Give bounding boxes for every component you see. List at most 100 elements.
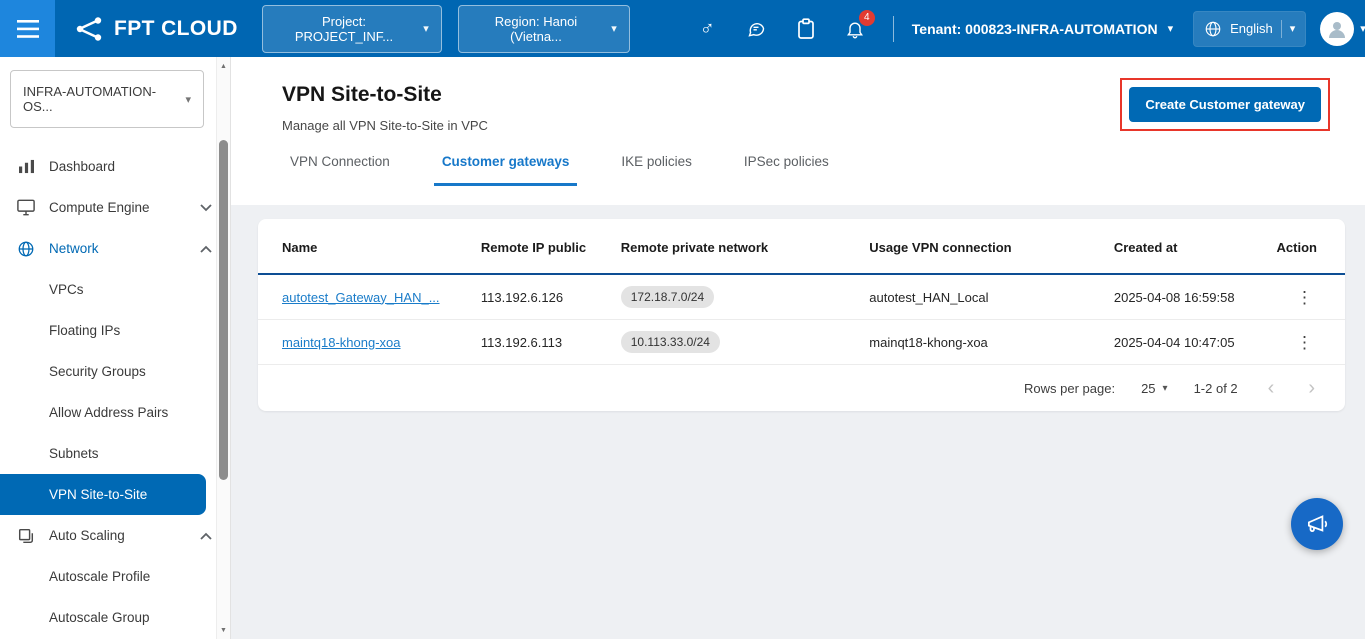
megaphone-icon [1304,511,1330,537]
sidebar-item-label: Network [49,241,99,256]
sidebar-item-allow-address-pairs[interactable]: Allow Address Pairs [0,392,230,433]
sidebar-item-auto-scaling[interactable]: Auto Scaling [0,515,230,556]
tab-bar: VPN Connection Customer gateways IKE pol… [282,154,1365,186]
hamburger-menu-button[interactable] [0,0,55,57]
sidebar-item-subnets[interactable]: Subnets [0,433,230,474]
caret-down-icon: ▾ [1360,22,1365,35]
column-header-remote-private-network: Remote private network [613,219,862,274]
sidebar-item-compute-engine[interactable]: Compute Engine [0,187,230,228]
sidebar-item-floating-ips[interactable]: Floating IPs [0,310,230,351]
sidebar-item-label: Security Groups [49,364,146,379]
rows-per-page-value: 25 [1141,381,1155,396]
row-actions-kebab-icon[interactable]: ⋮ [1292,332,1317,353]
remote-ip-value: 113.192.6.113 [481,335,562,350]
table-row: autotest_Gateway_HAN_... 113.192.6.126 1… [258,274,1345,320]
fpt-logo-icon [75,16,105,42]
sidebar-item-label: Autoscale Profile [49,569,150,584]
column-header-remote-ip-public: Remote IP public [473,219,613,274]
notification-badge: 4 [859,10,875,26]
created-at-value: 2025-04-04 10:47:05 [1114,335,1235,350]
sidebar-item-label: Floating IPs [49,323,120,338]
globe-network-icon [16,240,36,258]
customer-gateways-table-card: Name Remote IP public Remote private net… [258,219,1345,411]
tab-ike-policies[interactable]: IKE policies [613,154,700,186]
row-actions-kebab-icon[interactable]: ⋮ [1292,287,1317,308]
header-divider [893,16,894,42]
rows-per-page-select[interactable]: 25 ▾ [1141,381,1168,396]
chevron-up-icon [200,245,212,253]
scroll-down-arrow-icon[interactable]: ▼ [217,623,230,637]
clipboard-icon[interactable] [797,18,815,40]
sidebar-item-autoscale-group[interactable]: Autoscale Group [0,597,230,638]
globe-icon [1204,20,1222,38]
pagination-range: 1-2 of 2 [1194,381,1238,396]
sidebar-item-label: Autoscale Group [49,610,150,625]
header-icon-group: ♂ 4 [700,18,865,40]
sidebar-item-security-groups[interactable]: Security Groups [0,351,230,392]
fpt-cloud-logo: FPT CLOUD [75,16,238,42]
sidebar-item-dashboard[interactable]: Dashboard [0,146,230,187]
project-selector[interactable]: Project: PROJECT_INF... ▾ [262,5,442,53]
notifications-bell-icon[interactable]: 4 [845,18,865,40]
table-row: maintq18-khong-xoa 113.192.6.113 10.113.… [258,320,1345,365]
tenant-selector[interactable]: Tenant: 000823-INFRA-AUTOMATION ▾ [912,21,1173,37]
logo-text: FPT CLOUD [114,17,238,41]
language-divider [1281,20,1282,38]
bar-chart-icon [16,159,36,174]
create-customer-gateway-button[interactable]: Create Customer gateway [1129,87,1321,122]
previous-page-chevron-icon[interactable]: ‹ [1264,378,1279,398]
announcements-fab[interactable] [1291,498,1343,550]
person-icon [1325,17,1349,41]
region-selector[interactable]: Region: Hanoi (Vietna... ▾ [458,5,630,53]
caret-down-icon: ▾ [185,93,191,106]
caret-down-icon: ▾ [1163,383,1168,394]
scroll-up-arrow-icon[interactable]: ▲ [217,59,230,73]
sidebar-item-vpn-site-to-site[interactable]: VPN Site-to-Site [0,474,206,515]
chat-feedback-icon[interactable] [745,19,767,39]
avatar [1320,12,1354,46]
sidebar-item-label: Auto Scaling [49,528,125,543]
sidebar-scrollbar: ▲ ▼ [216,57,230,639]
language-label: English [1230,21,1273,36]
tab-ipsec-policies[interactable]: IPSec policies [736,154,837,186]
gateway-name-link[interactable]: maintq18-khong-xoa [282,335,401,350]
language-selector[interactable]: English ▾ [1193,11,1306,47]
monitor-icon [16,199,36,216]
sidebar-item-network[interactable]: Network [0,228,230,269]
workspace-selector-label: INFRA-AUTOMATION-OS... [23,84,185,114]
main-content: VPN Site-to-Site Manage all VPN Site-to-… [230,57,1365,639]
caret-down-icon: ▾ [423,22,429,35]
male-symbol-icon[interactable]: ♂ [700,19,715,39]
caret-down-icon: ▾ [1168,22,1174,35]
annotation-highlight-box: Create Customer gateway [1120,78,1330,131]
column-header-usage-vpn-connection: Usage VPN connection [861,219,1106,274]
hamburger-icon [17,20,39,38]
sidebar-item-autoscale-profile[interactable]: Autoscale Profile [0,556,230,597]
sidebar-item-label: Allow Address Pairs [49,405,168,420]
pagination-bar: Rows per page: 25 ▾ 1-2 of 2 ‹ › [258,365,1345,411]
tab-customer-gateways[interactable]: Customer gateways [434,154,578,186]
tab-vpn-connection[interactable]: VPN Connection [282,154,398,186]
table-header-row: Name Remote IP public Remote private net… [258,219,1345,274]
next-page-chevron-icon[interactable]: › [1304,378,1319,398]
remote-private-network-chip: 172.18.7.0/24 [621,286,714,308]
user-menu[interactable]: ▾ [1320,12,1365,46]
column-header-name: Name [258,219,473,274]
column-header-action: Action [1269,219,1345,274]
sidebar-item-vpcs[interactable]: VPCs [0,269,230,310]
usage-vpn-connection-value: mainqt18-khong-xoa [869,335,988,350]
top-header: FPT CLOUD Project: PROJECT_INF... ▾ Regi… [0,0,1365,57]
sidebar-item-label: Subnets [49,446,99,461]
gateway-name-link[interactable]: autotest_Gateway_HAN_... [282,290,440,305]
project-selector-label: Project: PROJECT_INF... [275,14,413,44]
caret-down-icon: ▾ [611,22,617,35]
usage-vpn-connection-value: autotest_HAN_Local [869,290,988,305]
column-header-created-at: Created at [1106,219,1269,274]
workspace-selector[interactable]: INFRA-AUTOMATION-OS... ▾ [10,70,204,128]
remote-ip-value: 113.192.6.126 [481,290,563,305]
sidebar-scrollbar-thumb[interactable] [219,140,228,480]
rows-per-page-label: Rows per page: [1024,381,1115,396]
remote-private-network-chip: 10.113.33.0/24 [621,331,720,353]
sidebar-item-label: Dashboard [49,159,115,174]
sidebar: INFRA-AUTOMATION-OS... ▾ Dashboard Compu… [0,57,231,639]
